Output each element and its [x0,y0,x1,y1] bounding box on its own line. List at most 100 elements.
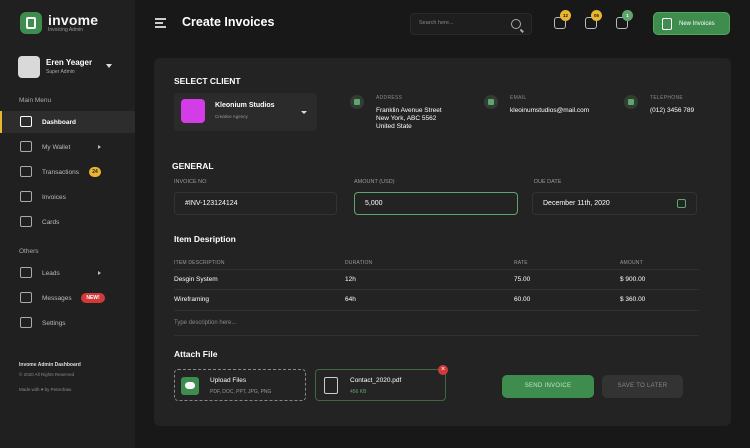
menu-toggle-icon[interactable] [155,18,166,28]
email-label: EMAIL [510,95,527,101]
app-logo[interactable]: invome Invoicing Admin [20,12,98,34]
save-to-later-button[interactable]: SAVE TO LATER [602,375,683,398]
footer-title: Invome Admin Dashboard [19,362,81,368]
amount-field[interactable]: 5,000 [354,192,518,215]
sidebar-item-label: Messages [42,294,72,302]
sidebar-item-wallet[interactable]: My Wallet [0,136,135,158]
item-description-input[interactable]: Type description here... [174,320,236,326]
amount-label: AMOUNT (USD) [354,179,395,185]
app-subtitle: Invoicing Admin [48,26,84,33]
upload-files-dropzone[interactable]: Upload Files PDF, DOC, PPT, JPG, PNG [174,369,306,401]
create-invoice-form: SELECT CLIENT Kleonium Studios Creative … [154,58,731,426]
sidebar-item-invoices[interactable]: Invoices [0,186,135,208]
cloud-upload-icon [181,377,199,395]
chevron-right-icon [98,271,101,275]
item-amount-cell: $ 900.00 [620,276,646,283]
due-date-value: December 11th, 2020 [543,200,610,207]
select-client-heading: SELECT CLIENT [174,76,241,86]
transactions-count-badge: 24 [89,167,101,177]
sidebar-item-settings[interactable]: Settings [0,312,135,334]
sidebar-item-dashboard[interactable]: Dashboard [0,111,135,133]
item-description-cell: Desgin System [174,276,218,283]
calendar-icon[interactable] [677,199,686,208]
sidebar-item-label: Leads [42,269,60,277]
telephone-label: TELEPHONE [650,95,683,101]
amount-value: 5,000 [365,200,383,207]
item-description-heading: Item Desription [174,234,236,244]
document-icon [20,191,32,202]
sliders-icon [20,317,32,328]
column-header-duration: DURATION [345,260,373,266]
search-input[interactable]: Search here... [410,13,532,35]
sidebar-item-label: Cards [42,218,60,226]
client-logo [181,99,205,123]
file-name: Contact_2020.pdf [350,377,402,384]
client-email: kleoinumstudios@mail.com [510,107,590,114]
wallet-icon [20,141,32,152]
invoice-no-field[interactable]: #INV-123124124 [174,192,337,215]
footer-copyright: © 2020 All Rights Reserved [19,372,75,377]
upload-formats: PDF, DOC, PPT, JPG, PNG [210,389,272,395]
user-role: Super Admin [46,69,75,75]
due-date-picker[interactable]: December 11th, 2020 [532,192,697,215]
main-menu-label: Main Menu [19,97,52,104]
page-title: Create Invoices [182,15,275,29]
invoice-no-value: #INV-123124124 [185,200,238,207]
item-rate-cell: 75.00 [514,276,531,283]
table-divider [174,269,699,270]
user-profile-dropdown[interactable]: Eren Yeager Super Admin [18,54,120,80]
file-icon [324,377,338,394]
card-icon [20,216,32,227]
column-header-amount: AMOUNT [620,260,643,266]
sidebar-item-leads[interactable]: Leads [0,262,135,284]
new-invoice-button[interactable]: New Invoices [653,12,730,35]
sidebar-item-label: My Wallet [42,143,71,151]
sidebar-item-cards[interactable]: Cards [0,211,135,233]
avatar [18,56,40,78]
sidebar: invome Invoicing Admin Eren Yeager Super… [0,0,135,448]
remove-file-icon[interactable]: × [438,365,448,375]
table-divider [174,335,699,336]
location-pin-icon [350,95,364,109]
new-invoice-label: New Invoices [679,21,715,27]
chart-icon [20,166,32,177]
table-divider [174,289,699,290]
app-name: invome [48,11,99,28]
client-name: Kleonium Studios [215,102,275,109]
grid-icon [20,116,32,127]
search-icon[interactable] [511,19,521,29]
message-count-badge: 05 [591,10,602,21]
invoice-no-label: INVOICE NO [174,179,207,185]
item-duration-cell: 64h [345,296,356,303]
others-label: Others [19,248,39,255]
client-phone: (012) 3456 789 [650,107,695,114]
sidebar-item-label: Invoices [42,193,66,201]
column-header-description: ITEM DESCRIPTION [174,260,225,266]
sidebar-item-transactions[interactable]: Transactions 24 [0,161,135,183]
sidebar-item-label: Settings [42,319,66,327]
item-rate-cell: 60.00 [514,296,531,303]
general-heading: GENERAL [172,161,214,171]
send-invoice-button[interactable]: SEND INVOICE [502,375,594,398]
user-icon [20,267,32,278]
attached-file[interactable]: Contact_2020.pdf 456 KB [315,369,446,401]
chevron-down-icon [301,111,307,114]
sidebar-item-label: Dashboard [42,118,76,126]
messages-new-badge: NEW! [81,293,105,303]
cart-count-badge: 1 [622,10,633,21]
sidebar-item-messages[interactable]: Messages NEW! [0,287,135,309]
item-description-cell: Wireframing [174,296,210,303]
table-divider [174,310,699,311]
due-date-label: DUE DATE [534,179,562,185]
client-select-dropdown[interactable]: Kleonium Studios Creative Agency [174,93,317,131]
add-document-icon [662,18,672,30]
attach-file-heading: Attach File [174,349,218,359]
client-type: Creative Agency [215,114,248,119]
user-name: Eren Yeager [46,58,93,67]
address-line-3: United State [376,123,412,130]
footer-credit: Made with ♥ by Peterdraw [19,387,72,392]
chevron-down-icon [106,64,112,68]
search-placeholder: Search here... [419,20,454,26]
sidebar-item-label: Transactions [42,168,79,176]
email-icon [484,95,498,109]
